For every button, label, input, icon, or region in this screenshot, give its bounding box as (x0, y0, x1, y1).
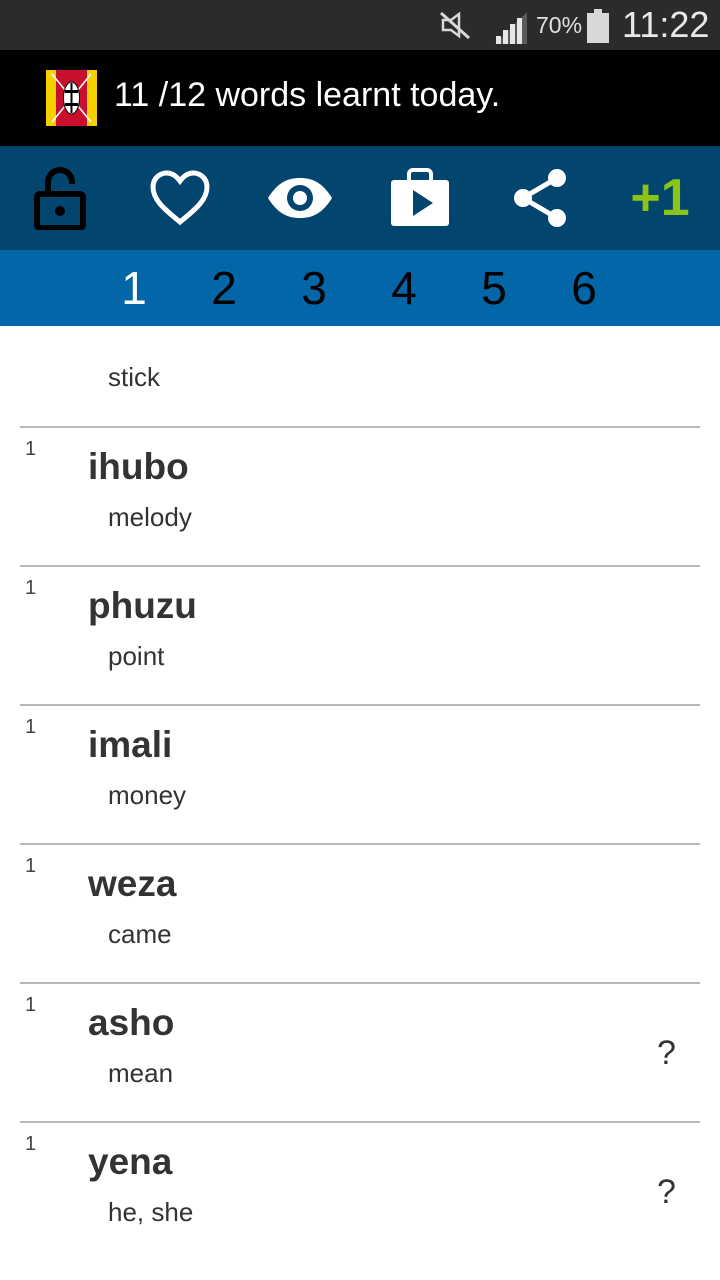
unlock-icon (34, 167, 86, 230)
word-meaning: came (108, 919, 172, 949)
level-tab-3[interactable]: 3 (284, 258, 344, 318)
toolbar: +1 (0, 146, 720, 250)
word-count: 1 (25, 438, 37, 460)
signal-icon (495, 12, 527, 44)
divider (20, 426, 700, 428)
clock: 11:22 (622, 4, 710, 45)
level-tab-6[interactable]: 6 (554, 258, 614, 318)
word-meaning: stick (108, 362, 160, 392)
word-list[interactable]: stick 1 ihubo melody 1 phuzu point 1 ima… (0, 326, 720, 1280)
word-row[interactable]: 1 yena he, she ? (0, 1121, 720, 1260)
level-tab-1[interactable]: 1 (104, 258, 164, 318)
word-count: 1 (25, 994, 37, 1016)
battery-icon (587, 9, 609, 43)
word-count: 1 (25, 855, 37, 877)
word-text: yena (88, 1141, 173, 1182)
divider (20, 982, 700, 984)
divider (20, 704, 700, 706)
battery-percent: 70% (536, 12, 583, 38)
mute-icon (440, 11, 470, 40)
play-store-button[interactable] (360, 146, 480, 250)
word-row[interactable]: 1 weza came (0, 843, 720, 982)
play-store-icon (391, 168, 449, 226)
heart-icon (150, 170, 210, 226)
word-text: ihubo (88, 446, 189, 487)
word-count: 1 (25, 1133, 37, 1155)
word-meaning: money (108, 780, 187, 810)
word-meaning: he, she (108, 1197, 194, 1227)
word-row[interactable]: 1 asho mean ? (0, 982, 720, 1121)
word-text: phuzu (88, 585, 197, 626)
word-text: imali (88, 724, 173, 765)
plus-one-button[interactable]: +1 (600, 146, 720, 250)
unlock-button[interactable] (0, 146, 120, 250)
word-text: weza (88, 863, 177, 904)
divider (20, 1121, 700, 1123)
eye-icon (268, 178, 332, 218)
unknown-mark[interactable]: ? (657, 1034, 676, 1073)
divider (20, 565, 700, 567)
word-row[interactable]: 1 ihubo melody (0, 426, 720, 565)
word-meaning: point (108, 641, 165, 671)
divider (20, 843, 700, 845)
level-tabs: 1 2 3 4 5 6 (0, 250, 720, 326)
level-tab-5[interactable]: 5 (464, 258, 524, 318)
app-header: 11 /12 words learnt today. (0, 50, 720, 146)
word-meaning: mean (108, 1058, 174, 1088)
word-row[interactable]: 1 imali money (0, 704, 720, 843)
view-button[interactable] (240, 146, 360, 250)
header-title: 11 /12 words learnt today. (114, 76, 501, 114)
share-icon (514, 169, 566, 227)
word-text: asho (88, 1002, 175, 1043)
level-tab-4[interactable]: 4 (374, 258, 434, 318)
flag-icon[interactable] (46, 70, 97, 126)
status-bar: 70% 11:22 (0, 0, 720, 50)
word-meaning: melody (108, 502, 192, 532)
share-button[interactable] (480, 146, 600, 250)
word-count: 1 (25, 577, 37, 599)
level-tab-2[interactable]: 2 (194, 258, 254, 318)
word-row[interactable]: 1 phuzu point (0, 565, 720, 704)
plus-one-label: +1 (630, 169, 690, 227)
unknown-mark[interactable]: ? (657, 1173, 676, 1212)
favorite-button[interactable] (120, 146, 240, 250)
word-count: 1 (25, 716, 37, 738)
